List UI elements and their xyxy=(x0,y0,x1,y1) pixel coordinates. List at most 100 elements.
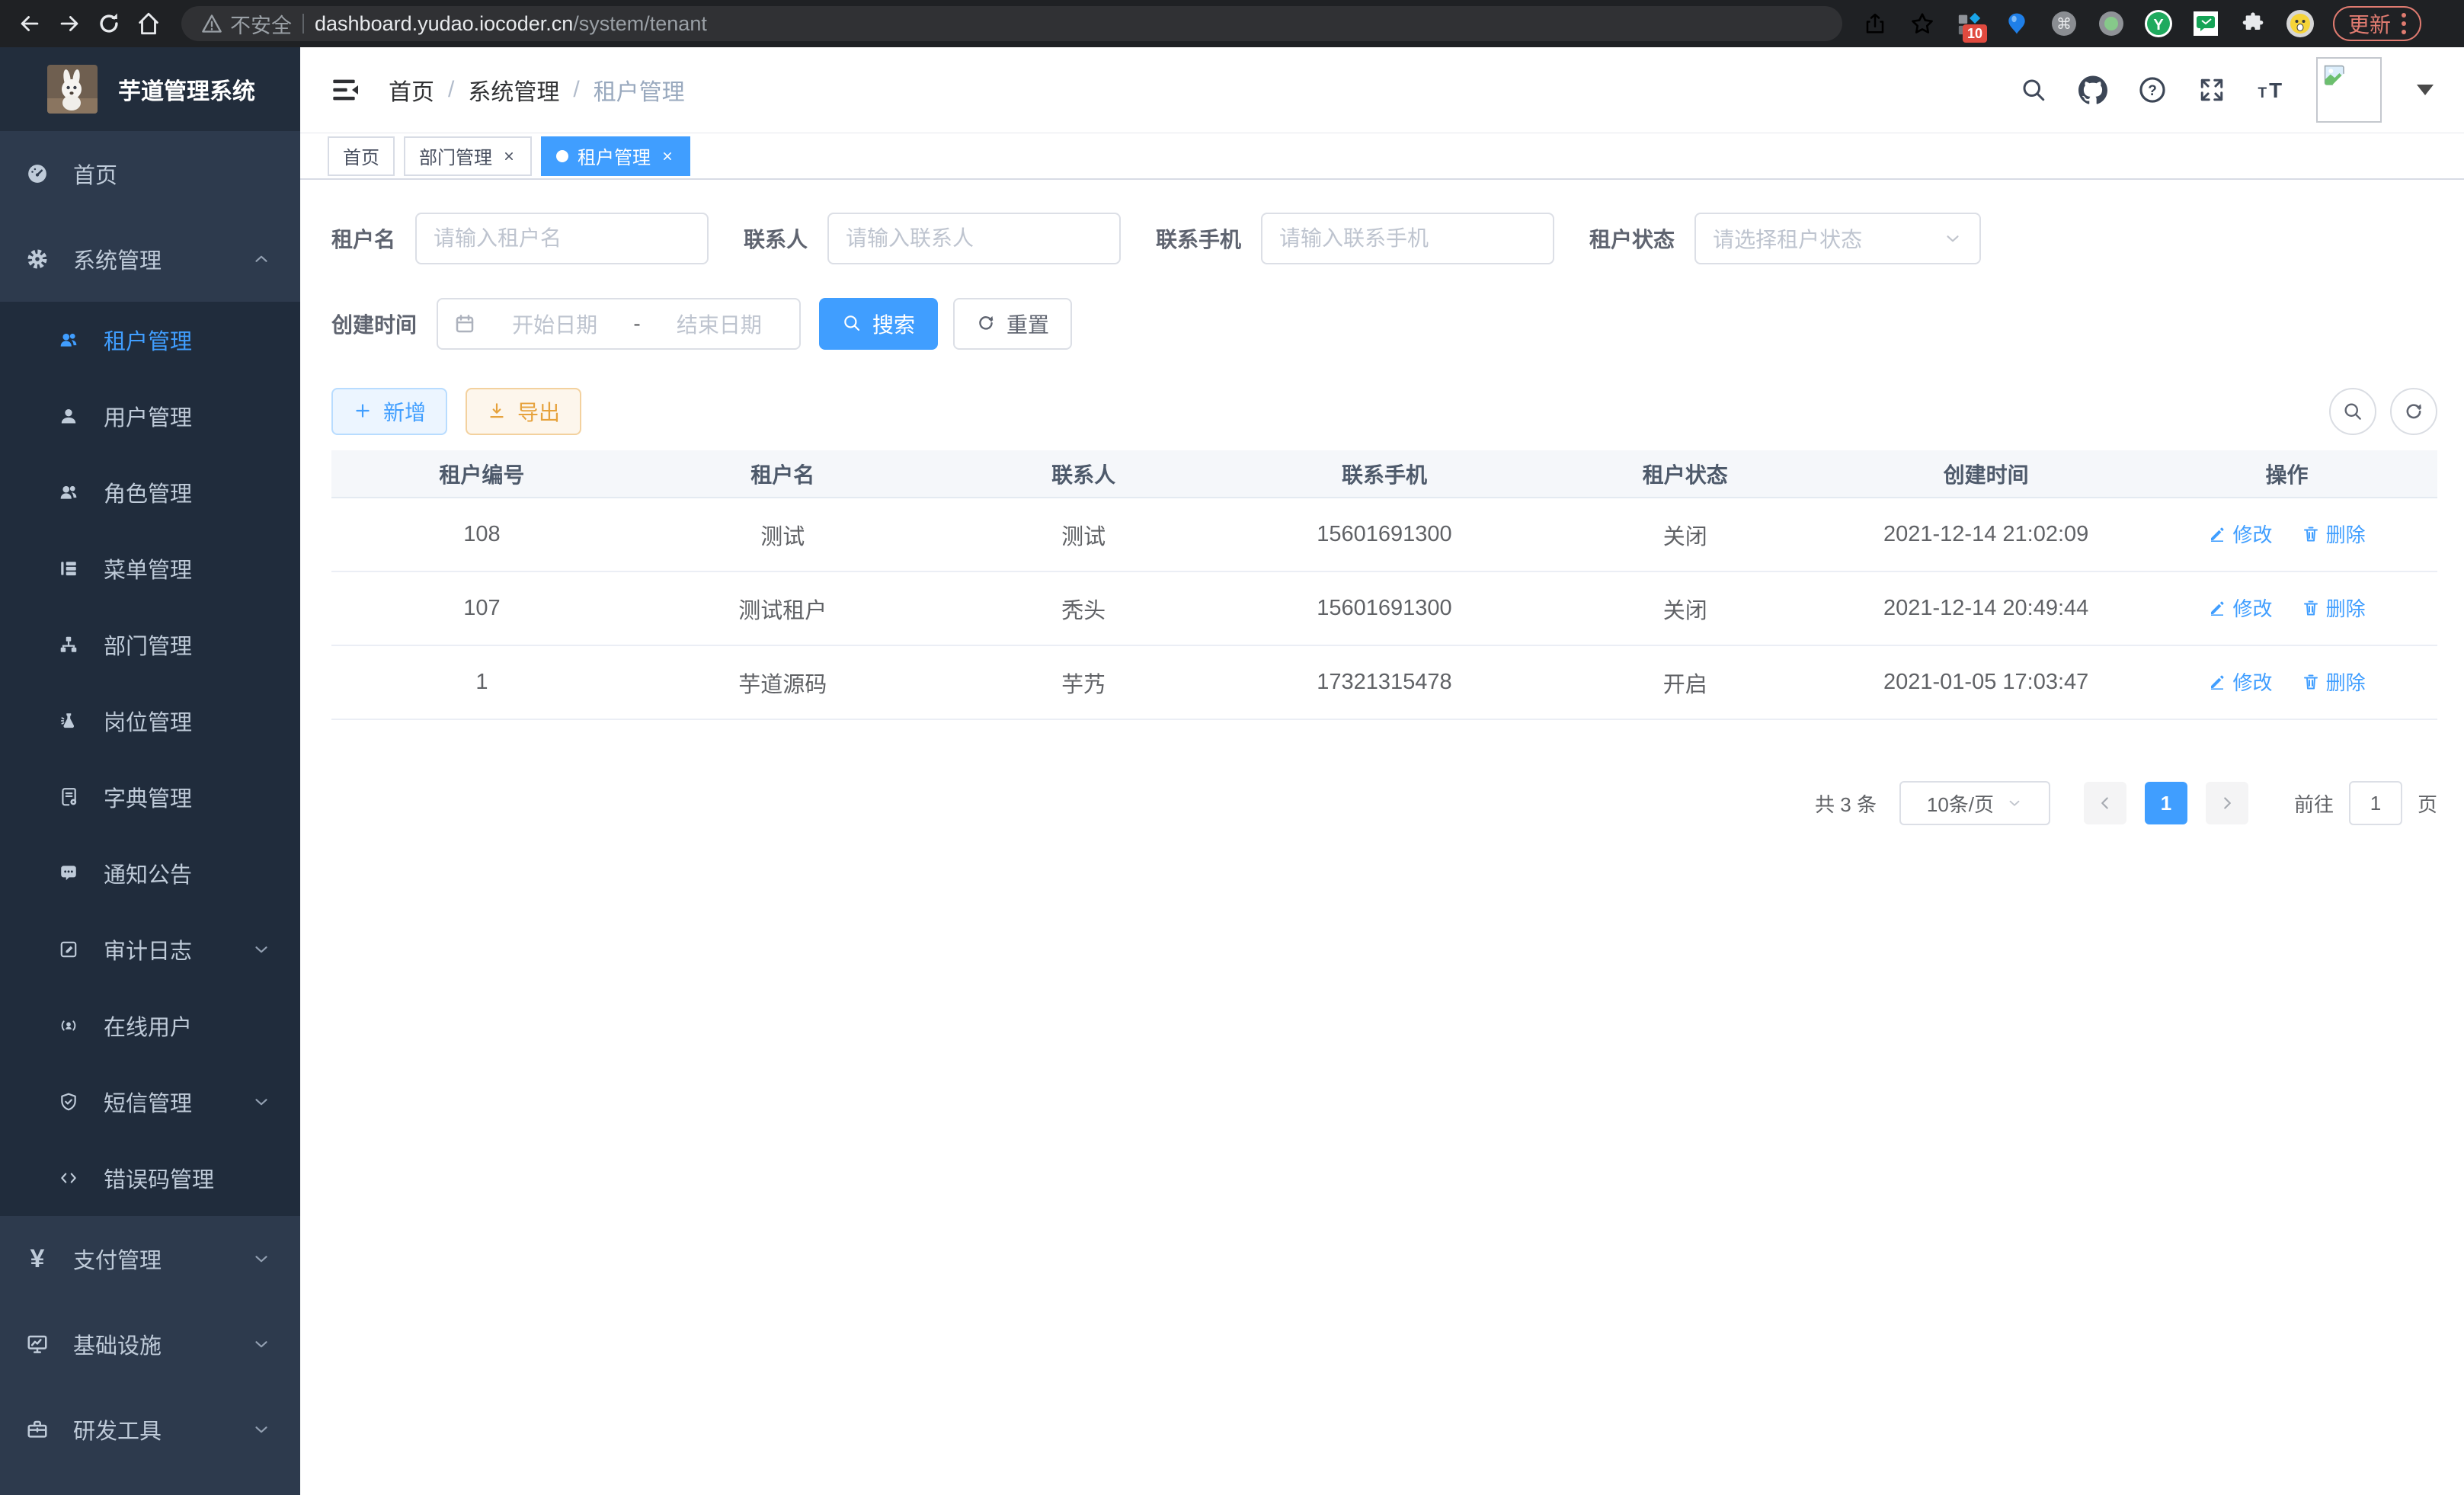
avatar-caret-icon[interactable] xyxy=(2417,85,2434,95)
sidebar-item-dev-tools[interactable]: 研发工具 xyxy=(0,1387,300,1472)
extension-record-icon[interactable] xyxy=(2097,9,2126,38)
sidebar-item-pay[interactable]: ¥ 支付管理 xyxy=(0,1216,300,1301)
status-text: 关闭 xyxy=(1534,571,1835,645)
edit-button[interactable]: 修改 xyxy=(2208,520,2272,548)
user-avatar[interactable] xyxy=(2316,57,2382,123)
status-text: 开启 xyxy=(1534,645,1835,719)
col-tenant-id: 租户编号 xyxy=(331,450,632,498)
delete-button[interactable]: 删除 xyxy=(2302,520,2366,548)
pagination: 共 3 条 10条/页 1 前往 页 xyxy=(331,781,2437,825)
calendar-icon xyxy=(453,312,476,335)
sidebar-item-notice[interactable]: 通知公告 xyxy=(0,835,300,911)
header-search-icon[interactable] xyxy=(2019,75,2048,104)
edit-pen-icon xyxy=(2208,525,2226,543)
sidebar-item-dept[interactable]: 部门管理 xyxy=(0,607,300,683)
tab-dept[interactable]: 部门管理 xyxy=(404,136,532,176)
share-icon[interactable] xyxy=(1861,9,1890,38)
sidebar: 芋道管理系统 首页 系统管理 租户管理 xyxy=(0,47,300,1495)
contact-name-input[interactable] xyxy=(827,213,1121,264)
close-icon[interactable] xyxy=(501,149,517,164)
sidebar-item-menu[interactable]: 菜单管理 xyxy=(0,530,300,607)
reset-button[interactable]: 重置 xyxy=(953,298,1072,350)
github-icon[interactable] xyxy=(2078,75,2107,104)
download-icon xyxy=(487,401,508,422)
col-contact: 联系人 xyxy=(933,450,1234,498)
sidebar-item-user[interactable]: 用户管理 xyxy=(0,378,300,454)
contact-mobile-input[interactable] xyxy=(1261,213,1554,264)
chevron-right-icon xyxy=(2217,793,2237,813)
security-warning[interactable]: 不安全 xyxy=(201,9,292,39)
profile-avatar-icon[interactable] xyxy=(2286,9,2315,38)
trash-icon xyxy=(2302,599,2320,617)
chrome-update-button[interactable]: 更新 xyxy=(2333,6,2421,41)
sidebar-item-online-user[interactable]: 在线用户 xyxy=(0,988,300,1064)
delete-button[interactable]: 删除 xyxy=(2302,667,2366,696)
sidebar-item-home[interactable]: 首页 xyxy=(0,131,300,216)
end-date-placeholder: 结束日期 xyxy=(654,309,784,339)
close-icon[interactable] xyxy=(660,149,675,164)
export-button[interactable]: 导出 xyxy=(466,388,581,435)
breadcrumb-system[interactable]: 系统管理 xyxy=(468,73,559,107)
dict-book-icon xyxy=(59,787,78,807)
yen-icon: ¥ xyxy=(26,1247,49,1270)
reload-icon[interactable] xyxy=(91,6,126,41)
tenant-name-input[interactable] xyxy=(415,213,709,264)
sidebar-item-sms[interactable]: 短信管理 xyxy=(0,1064,300,1140)
search-button[interactable]: 搜索 xyxy=(819,298,938,350)
edit-button[interactable]: 修改 xyxy=(2208,594,2272,622)
sidebar-item-label: 在线用户 xyxy=(104,1010,192,1042)
current-page-button[interactable]: 1 xyxy=(2145,782,2187,824)
sidebar-item-tenant[interactable]: 租户管理 xyxy=(0,302,300,378)
sidebar-item-label: 首页 xyxy=(73,158,117,190)
extension-balloon-icon[interactable] xyxy=(2002,9,2031,38)
chrome-menu-icon[interactable] xyxy=(2402,13,2406,34)
sidebar-item-post[interactable]: 岗位管理 xyxy=(0,683,300,759)
total-count: 共 3 条 xyxy=(1815,789,1877,818)
home-icon[interactable] xyxy=(131,6,166,41)
font-size-icon[interactable]: TT xyxy=(2257,75,2286,104)
sidebar-item-label: 菜单管理 xyxy=(104,552,192,584)
prev-page-button[interactable] xyxy=(2084,782,2126,824)
col-status: 租户状态 xyxy=(1534,450,1835,498)
sidebar-item-role[interactable]: 角色管理 xyxy=(0,454,300,530)
sidebar-item-error-code[interactable]: 错误码管理 xyxy=(0,1140,300,1216)
sidebar-item-label: 研发工具 xyxy=(73,1413,162,1445)
sidebar-item-audit-log[interactable]: 审计日志 xyxy=(0,911,300,988)
extension-yudao-icon[interactable]: Y xyxy=(2144,9,2173,38)
breadcrumb-home[interactable]: 首页 xyxy=(389,73,434,107)
create-time-range-picker[interactable]: 开始日期 - 结束日期 xyxy=(437,298,801,350)
bookmark-star-icon[interactable] xyxy=(1908,9,1937,38)
show-search-toggle-button[interactable] xyxy=(2329,388,2376,435)
page-unit: 页 xyxy=(2418,789,2437,818)
sidebar-collapse-icon[interactable] xyxy=(331,75,361,105)
goto-page-input[interactable] xyxy=(2349,781,2402,825)
message-icon xyxy=(59,863,78,883)
tab-home[interactable]: 首页 xyxy=(328,136,395,176)
extension-blocks-icon[interactable]: 10 xyxy=(1955,9,1984,38)
back-icon[interactable] xyxy=(12,6,47,41)
extension-chat-icon[interactable] xyxy=(2191,9,2220,38)
chevron-down-icon xyxy=(251,1334,271,1354)
tenant-users-icon xyxy=(59,330,78,350)
chevron-down-icon xyxy=(2006,795,2023,812)
delete-button[interactable]: 删除 xyxy=(2302,594,2366,622)
next-page-button[interactable] xyxy=(2206,782,2248,824)
extension-command-icon[interactable]: ⌘ xyxy=(2050,9,2078,38)
edit-button[interactable]: 修改 xyxy=(2208,667,2272,696)
sidebar-item-system[interactable]: 系统管理 xyxy=(0,216,300,302)
sidebar-item-infra[interactable]: 基础设施 xyxy=(0,1301,300,1387)
refresh-table-button[interactable] xyxy=(2390,388,2437,435)
page-size-select[interactable]: 10条/页 xyxy=(1899,781,2050,825)
online-user-icon xyxy=(59,1016,78,1036)
help-icon[interactable]: ? xyxy=(2138,75,2167,104)
add-button[interactable]: 新增 xyxy=(331,388,447,435)
tenant-status-select[interactable]: 请选择租户状态 xyxy=(1694,213,1981,264)
forward-icon[interactable] xyxy=(52,6,87,41)
tab-tenant[interactable]: 租户管理 xyxy=(541,136,690,176)
sidebar-item-dict[interactable]: 字典管理 xyxy=(0,759,300,835)
chevron-left-icon xyxy=(2095,793,2115,813)
fullscreen-icon[interactable] xyxy=(2197,75,2226,104)
url-bar[interactable]: 不安全 dashboard.yudao.iocoder.cn/system/te… xyxy=(181,6,1842,41)
extensions-puzzle-icon[interactable] xyxy=(2238,9,2267,38)
app-logo[interactable]: 芋道管理系统 xyxy=(0,47,300,131)
